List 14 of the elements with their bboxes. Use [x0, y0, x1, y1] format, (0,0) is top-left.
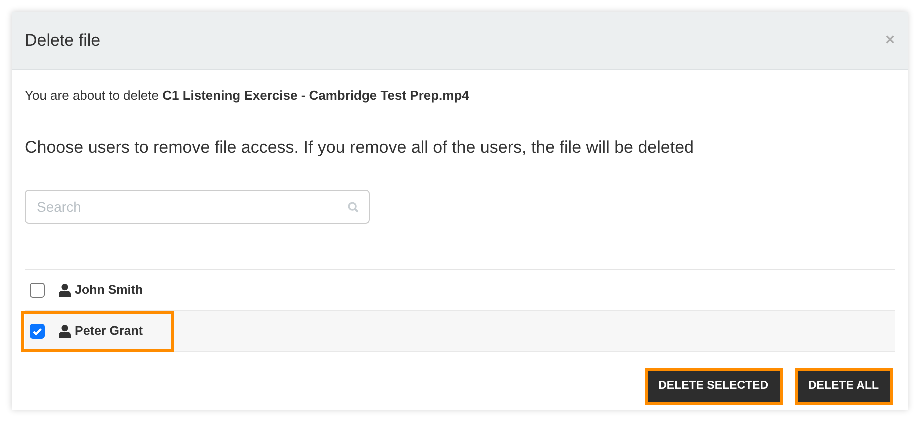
user-name: Peter Grant	[75, 322, 144, 340]
user-name: John Smith	[75, 282, 144, 299]
search-icon	[348, 202, 359, 213]
user-icon	[59, 324, 71, 338]
delete-button[interactable]: DELETE SELECTED	[644, 368, 782, 405]
checkbox[interactable]	[30, 324, 45, 338]
checkbox[interactable]	[30, 282, 45, 298]
search-field[interactable]: Search	[25, 190, 370, 224]
instruction-text: Choose users to remove file access. If you remove all of the users, the file will be deleted	[25, 136, 695, 158]
dialog-title: Delete file	[25, 30, 101, 52]
user-icon	[59, 284, 71, 296]
check-icon	[32, 326, 43, 336]
delete-button[interactable]: DELETE ALL	[794, 368, 893, 405]
intro-text: You are about to delete C1 Listening Exercise - Cambridge Test Prep.mp4	[25, 87, 470, 105]
